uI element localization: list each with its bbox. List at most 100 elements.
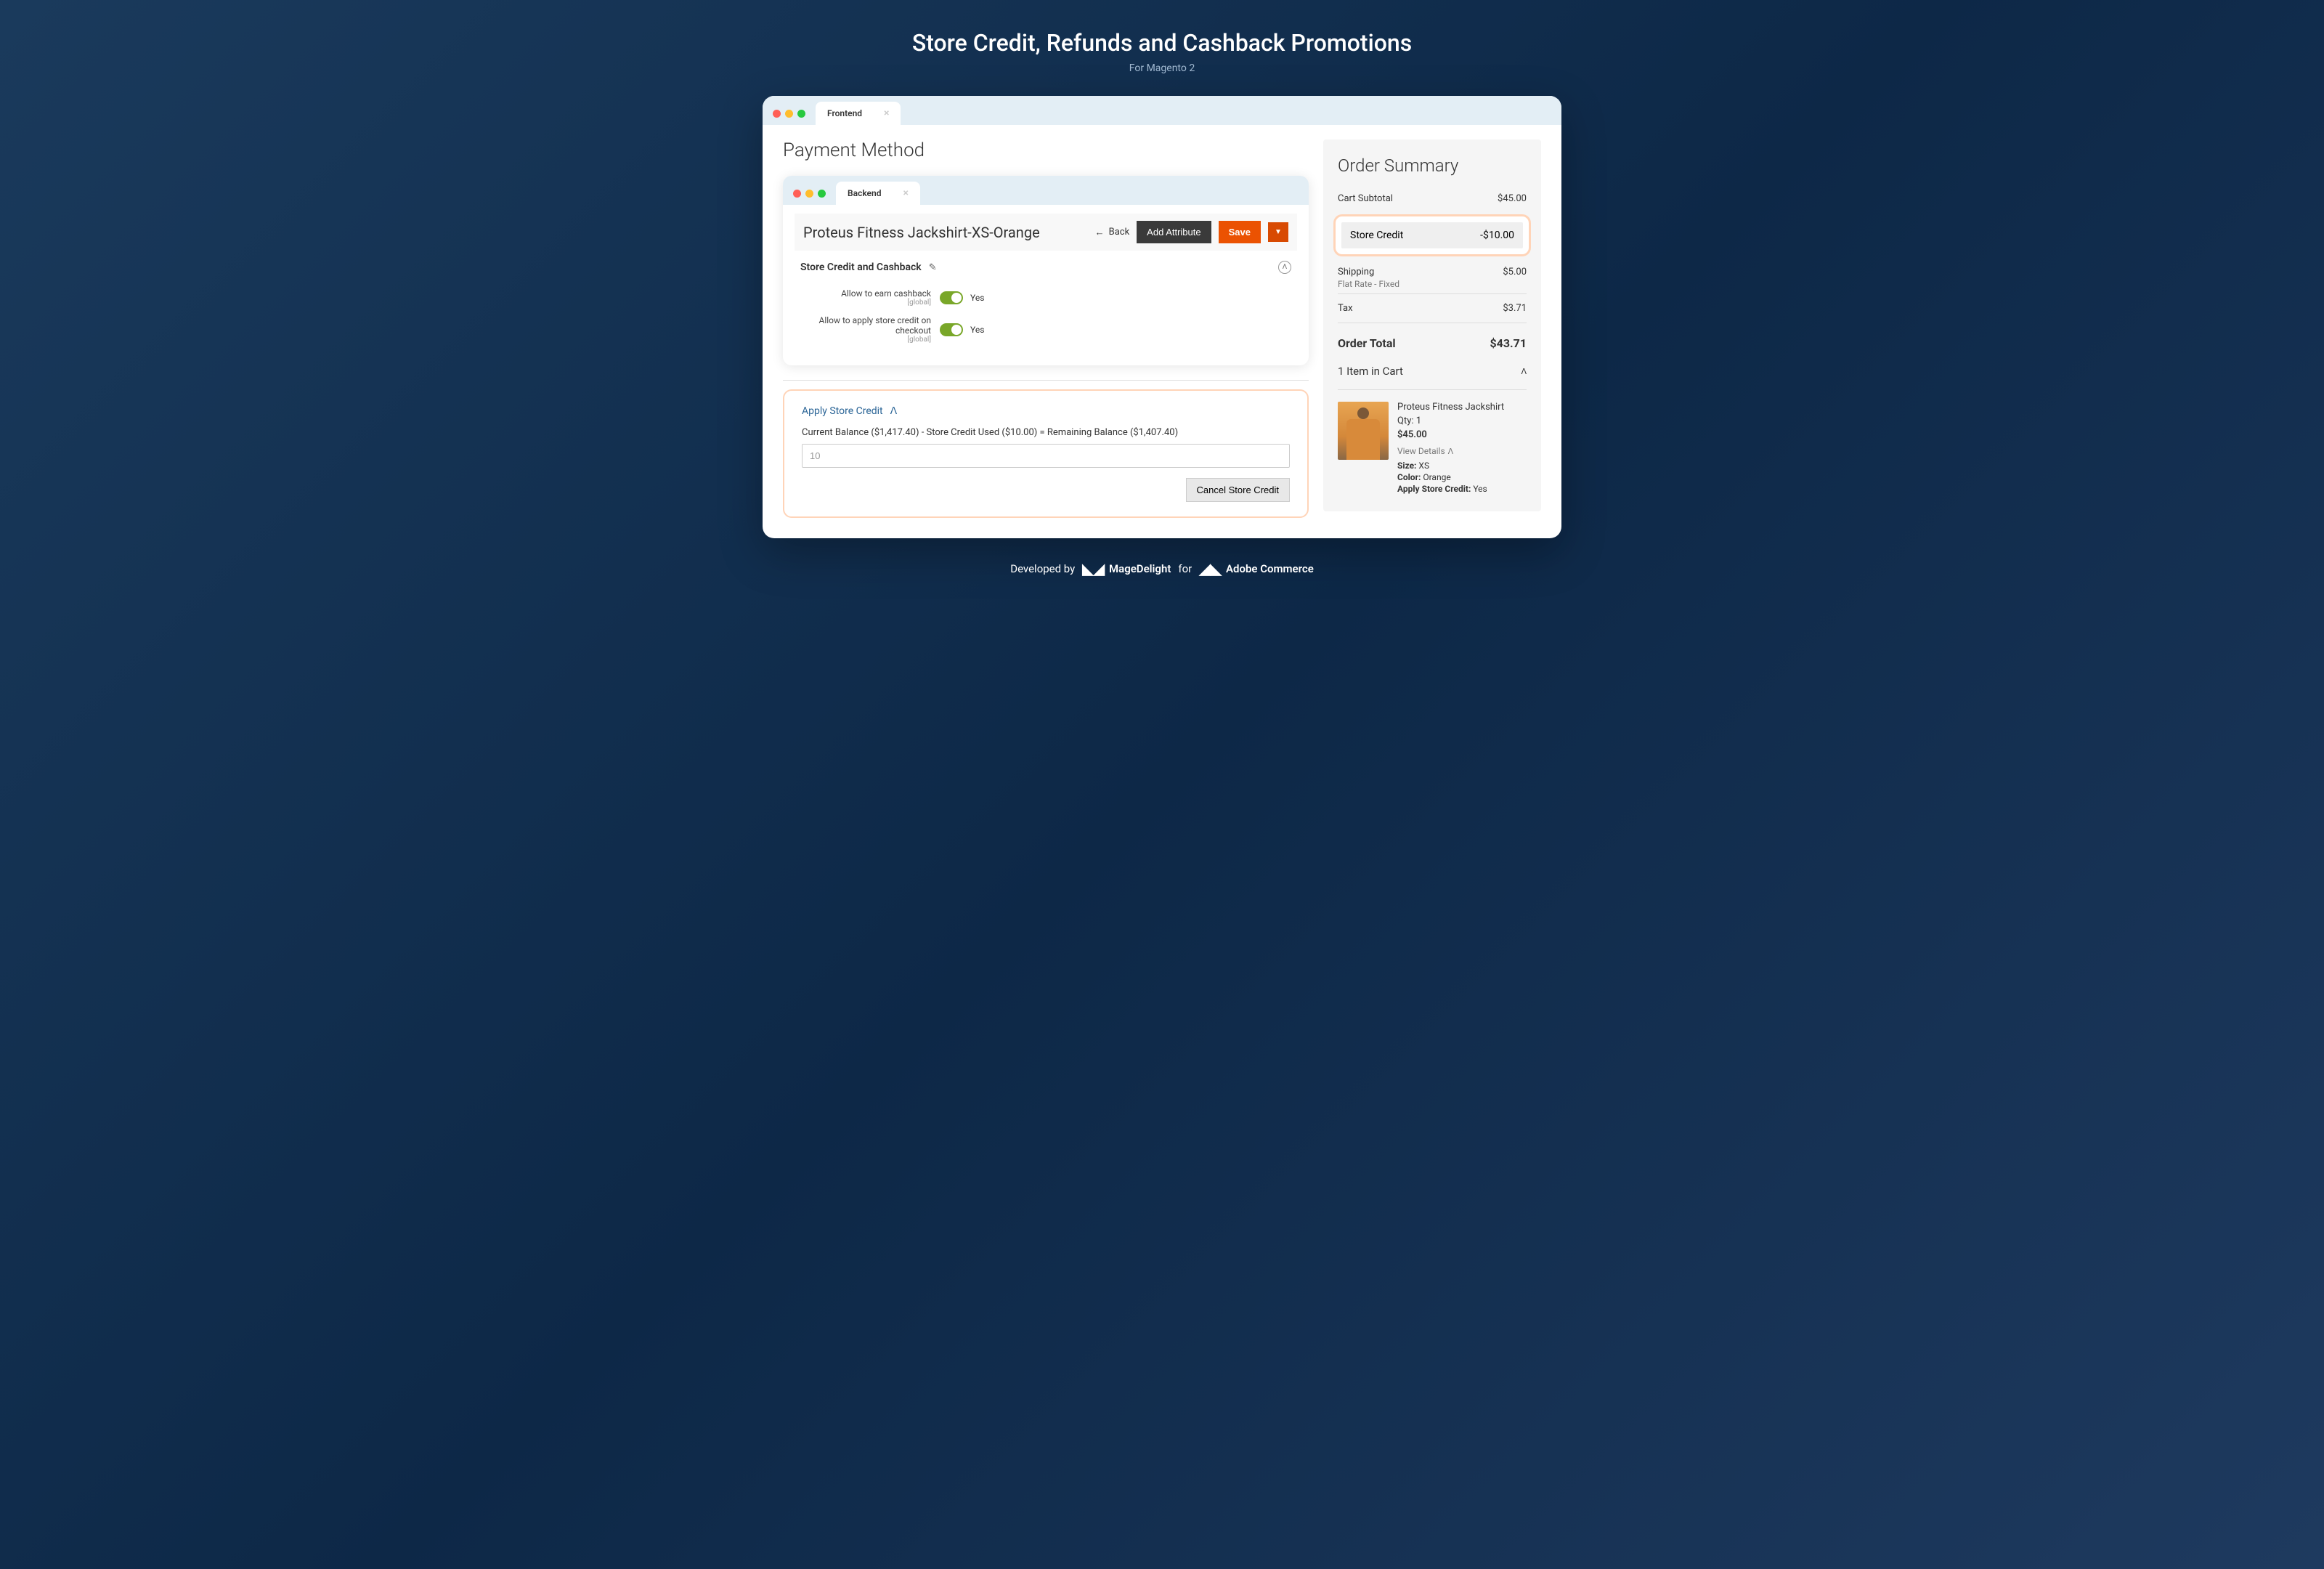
store-credit-input[interactable] [802,444,1290,468]
tax-value: $3.71 [1503,303,1527,314]
subtotal-value: $45.00 [1498,193,1527,204]
credit-value: -$10.00 [1480,230,1514,241]
option-scope: [global] [795,299,931,307]
divider [1338,389,1527,390]
store-credit-toggle[interactable] [940,323,963,336]
window-dots [773,110,805,118]
collapse-icon[interactable]: ᐱ [1278,261,1291,274]
order-summary: Order Summary Cart Subtotal $45.00 Store… [1323,139,1541,511]
inner-tab[interactable]: Backend × [836,182,920,205]
outer-window-bar: Frontend × [763,96,1561,125]
close-dot-icon[interactable] [793,190,801,198]
apply-credit-header[interactable]: Apply Store Credit ᐱ [802,405,1290,417]
product-title: Proteus Fitness Jackshirt-XS-Orange [803,224,1088,241]
chevron-up-icon: ᐱ [1448,447,1454,456]
adobe-commerce-text: Adobe Commerce [1226,562,1314,575]
cashback-toggle[interactable] [940,291,963,304]
option-label-text: Allow to earn cashback [841,288,931,299]
total-value: $43.71 [1490,336,1527,350]
section-title: Store Credit and Cashback [800,262,922,273]
page-title: Payment Method [783,139,1309,161]
chevron-up-icon: ᐱ [890,405,898,417]
cancel-store-credit-button[interactable]: Cancel Store Credit [1186,478,1290,502]
option-scope: [global] [795,336,931,344]
shipping-value: $5.00 [1503,267,1527,277]
magedelight-icon: ◣◢ [1082,560,1105,577]
developed-by: Developed by [1010,562,1075,575]
outer-tab-label: Frontend [827,108,862,118]
option-value: Yes [970,293,984,303]
color-label: Color: [1397,472,1421,482]
item-qty: Qty: 1 [1397,415,1527,426]
items-head-label: 1 Item in Cart [1338,365,1403,378]
minimize-dot-icon[interactable] [785,110,793,118]
outer-tab[interactable]: Frontend × [816,102,901,125]
total-label: Order Total [1338,336,1396,350]
outer-window: Frontend × Payment Method Backend × [763,96,1561,538]
balance-text: Current Balance ($1,417.40) - Store Cred… [802,427,1290,438]
option-label-text: Allow to apply store credit on checkout [818,315,931,336]
magedelight-text: MageDelight [1109,562,1171,575]
save-button[interactable]: Save [1219,221,1261,243]
option-label: Allow to apply store credit on checkout … [795,315,940,344]
inner-tab-label: Backend [848,188,881,198]
asc-value: Yes [1473,484,1487,494]
total-row: Order Total $43.71 [1338,328,1527,354]
view-details-label: View Details [1397,446,1445,456]
chevron-down-icon: ▼ [1275,228,1282,236]
option-row-cashback: Allow to earn cashback [global] Yes [795,284,1297,311]
shipping-desc: Flat Rate - Fixed [1338,279,1527,289]
adobe-commerce-logo: ◢◣ Adobe Commerce [1199,560,1314,577]
maximize-dot-icon[interactable] [818,190,826,198]
back-label: Back [1109,227,1130,238]
close-dot-icon[interactable] [773,110,781,118]
divider [783,380,1309,381]
product-image [1338,402,1389,460]
item-name: Proteus Fitness Jackshirt [1397,402,1527,413]
hero-title: Store Credit, Refunds and Cashback Promo… [15,29,2309,57]
asc-label: Apply Store Credit: [1397,484,1471,494]
back-button[interactable]: ← Back [1095,227,1130,238]
add-attribute-button[interactable]: Add Attribute [1137,221,1211,243]
option-label: Allow to earn cashback [global] [795,288,940,307]
subtotal-label: Cart Subtotal [1338,193,1393,204]
detail-size: Size: XS [1397,461,1527,471]
magedelight-logo: ◣◢ MageDelight [1082,560,1171,577]
item-price: $45.00 [1397,429,1527,440]
color-value: Orange [1423,472,1450,482]
credit-label: Store Credit [1350,230,1403,241]
close-icon[interactable]: × [903,187,908,199]
option-value: Yes [970,325,984,335]
arrow-left-icon: ← [1095,227,1105,238]
option-row-store-credit: Allow to apply store credit on checkout … [795,311,1297,348]
apply-store-credit-box: Apply Store Credit ᐱ Current Balance ($1… [783,389,1309,518]
hero-subtitle: For Magento 2 [15,62,2309,74]
detail-color: Color: Orange [1397,472,1527,482]
minimize-dot-icon[interactable] [805,190,813,198]
view-details-toggle[interactable]: View Details ᐱ [1397,446,1527,456]
shipping-label: Shipping [1338,267,1374,277]
product-header: Proteus Fitness Jackshirt-XS-Orange ← Ba… [795,214,1297,251]
tax-row: Tax $3.71 [1338,299,1527,318]
divider [1338,293,1527,294]
detail-asc: Apply Store Credit: Yes [1397,484,1527,494]
close-icon[interactable]: × [884,108,889,119]
maximize-dot-icon[interactable] [797,110,805,118]
items-in-cart-header[interactable]: 1 Item in Cart ᐱ [1338,354,1527,385]
chevron-up-icon: ᐱ [1521,367,1527,376]
section-header[interactable]: Store Credit and Cashback ✎ ᐱ [795,251,1297,284]
size-label: Size: [1397,461,1416,471]
adobe-icon: ◢◣ [1199,560,1222,577]
pencil-icon[interactable]: ✎ [929,262,937,273]
cart-item: Proteus Fitness Jackshirt Qty: 1 $45.00 … [1338,394,1527,495]
inner-window: Backend × Proteus Fitness Jackshirt-XS-O… [783,176,1309,365]
size-value: XS [1418,461,1429,471]
inner-window-bar: Backend × [783,176,1309,205]
save-dropdown-button[interactable]: ▼ [1268,222,1288,242]
summary-title: Order Summary [1338,155,1527,176]
window-dots [793,190,826,198]
apply-credit-title: Apply Store Credit [802,405,883,417]
tax-label: Tax [1338,303,1353,314]
for-text: for [1178,562,1192,575]
subtotal-row: Cart Subtotal $45.00 [1338,189,1527,208]
